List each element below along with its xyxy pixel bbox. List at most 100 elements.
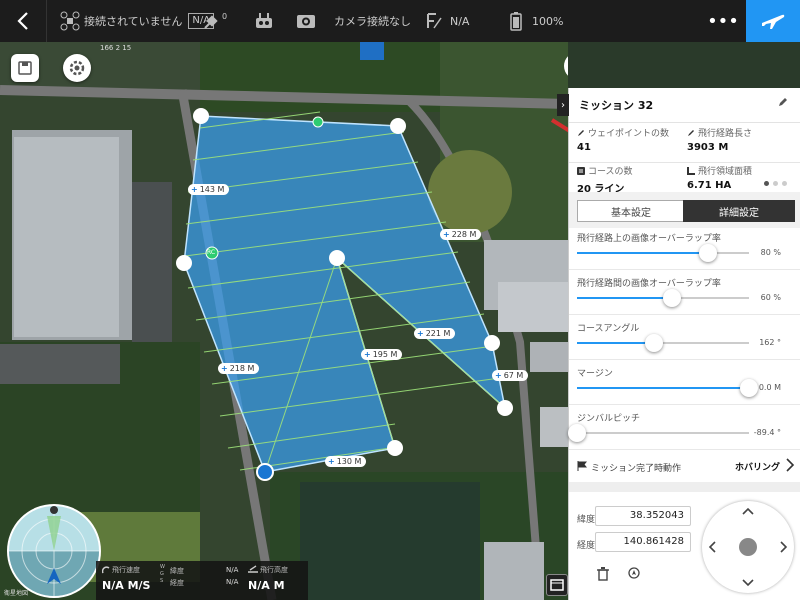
page-dots	[764, 181, 787, 186]
telemetry-bar: 飛行速度 N/A M/S W G S 緯度 N/A 経度 N/A 飛行高度 N/…	[96, 561, 308, 600]
divider	[569, 162, 800, 163]
slider-label: マージン	[577, 369, 613, 379]
divider	[569, 314, 800, 315]
drone-icon	[60, 11, 80, 31]
divider	[569, 359, 800, 360]
chevron-left-icon[interactable]	[708, 541, 716, 553]
signal-count: 0	[222, 11, 228, 21]
location-pin-icon	[628, 567, 640, 579]
mission-end-action-row[interactable]: ミッション完了時動作 ホバリング	[569, 452, 800, 482]
slider-label: ジンバルピッチ	[577, 414, 641, 424]
satellite-icon	[202, 11, 222, 31]
telemetry-lng-label: 経度	[170, 579, 184, 587]
tab-basic-settings[interactable]: 基本設定	[577, 200, 685, 222]
mission-panel: › ミッション 32 ウェイポイントの数 41 飛行経路長さ 3903 M コー…	[557, 88, 800, 600]
position-dpad	[702, 501, 794, 593]
road-label: 166 2 15	[100, 44, 132, 52]
distance-label: +130 M	[325, 456, 367, 467]
edit-title-button[interactable]	[777, 96, 789, 111]
distance-label: +195 M	[361, 349, 403, 360]
distance-label: +67 M	[492, 370, 529, 381]
camera-status: カメラ接続なし	[296, 0, 411, 42]
delete-waypoint-button[interactable]	[597, 566, 609, 585]
area-corner-icon	[687, 166, 695, 175]
battery-status: 100%	[506, 0, 563, 42]
mission-list-button[interactable]	[11, 54, 39, 82]
slider-fill	[577, 297, 672, 299]
distance-label: +228 M	[440, 229, 482, 240]
chevron-right-icon[interactable]	[780, 541, 788, 553]
slider-knob[interactable]	[568, 424, 586, 442]
slider-knob[interactable]	[645, 334, 664, 352]
stat-label: 飛行領域面積	[698, 167, 753, 177]
slider-knob[interactable]	[740, 379, 758, 397]
back-button[interactable]	[0, 0, 47, 42]
radar-compass	[7, 504, 101, 598]
lat-input[interactable]: 38.352043	[595, 506, 691, 526]
satellite-map[interactable]: 166 2 15 +143 M +228 M +221 M +195 M +21…	[0, 42, 568, 600]
more-button[interactable]: •••	[700, 0, 746, 42]
slider-label: コースアングル	[577, 324, 640, 334]
distance-label: +221 M	[414, 328, 456, 339]
dpad-center-button[interactable]	[739, 538, 757, 556]
layer-switch-button[interactable]	[546, 574, 568, 596]
slider-fill	[577, 387, 749, 389]
chevron-left-icon	[17, 12, 28, 30]
rc-badge: RC	[207, 249, 216, 256]
save-file-icon	[18, 61, 32, 75]
pencil-icon	[688, 129, 694, 136]
speed-icon	[102, 566, 110, 574]
divider	[569, 269, 800, 270]
airplane-icon	[762, 14, 785, 29]
remote-controller-icon	[254, 11, 274, 31]
panel-collapse-button[interactable]: ›	[557, 94, 569, 116]
gps-signal-icon	[424, 11, 444, 31]
start-vertex[interactable]	[256, 463, 274, 481]
stat-label: コースの数	[588, 167, 633, 177]
lng-input[interactable]: 140.861428	[595, 532, 691, 552]
telemetry-lat-label: 緯度	[170, 567, 184, 575]
stat-path-length: 飛行経路長さ 3903 M	[687, 126, 800, 162]
battery-text: 100%	[532, 14, 564, 28]
settings-button[interactable]	[63, 54, 91, 82]
fly-button[interactable]	[746, 0, 800, 42]
trash-icon	[597, 567, 609, 581]
gps-text: N/A	[450, 14, 470, 28]
divider	[569, 482, 800, 492]
slider-label: 飛行経路上の画像オーバーラップ率	[577, 234, 721, 244]
distance-label: +143 M	[188, 184, 230, 195]
connection-text: 接続されていません	[84, 15, 183, 28]
stat-label: ウェイポイントの数	[588, 129, 670, 139]
map-watermark: 衛星地図	[4, 590, 29, 597]
altitude-icon	[248, 565, 258, 573]
gear-icon	[69, 60, 85, 76]
wgs-label: W G S	[160, 564, 165, 584]
panel-header: ミッション 32	[569, 88, 800, 123]
slider-knob[interactable]	[698, 244, 717, 262]
speed-label: 飛行速度	[112, 566, 140, 574]
connection-status: 接続されていません N/A	[60, 0, 215, 42]
chevron-up-icon[interactable]	[742, 507, 754, 515]
slider-label: 飛行経路間の画像オーバーラップ率	[577, 279, 721, 289]
stat-value: 3903 M	[687, 142, 729, 153]
distance-label: +218 M	[218, 363, 260, 374]
divider	[569, 404, 800, 405]
signal-status: 0	[202, 0, 227, 42]
battery-icon	[506, 11, 526, 31]
flag-icon	[577, 461, 587, 471]
chevron-down-icon[interactable]	[742, 579, 754, 587]
altitude-value: N/A M	[248, 579, 285, 592]
mission-end-value: ホバリング	[735, 463, 781, 473]
remote-controller-status	[254, 0, 274, 42]
slider-track[interactable]	[577, 432, 749, 434]
add-poi-button[interactable]	[627, 566, 641, 585]
gps-status: N/A	[424, 0, 469, 42]
telemetry-lng-value: N/A	[226, 578, 239, 586]
chevron-right-icon: ›	[561, 99, 565, 111]
tab-advanced-settings[interactable]: 詳細設定	[683, 200, 795, 222]
pencil-icon	[578, 129, 584, 136]
altitude-label: 飛行高度	[260, 566, 288, 574]
lng-label: 経度	[577, 541, 596, 551]
chevron-right-icon	[786, 458, 795, 472]
slider-knob[interactable]	[662, 289, 681, 307]
